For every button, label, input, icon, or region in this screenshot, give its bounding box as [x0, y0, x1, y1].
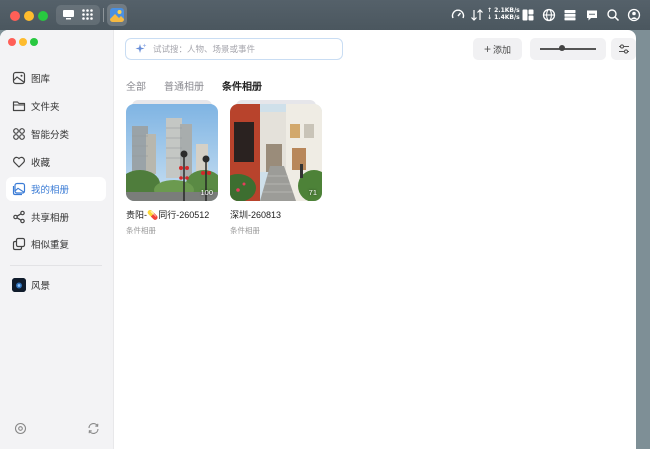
- album-icon: [12, 182, 26, 196]
- window-minimize-button[interactable]: [19, 38, 27, 46]
- network-speed-readout: ↑ 2.1KB/s ↓ 1.4KB/s: [487, 7, 520, 21]
- settings-icon[interactable]: [14, 422, 27, 435]
- ai-sparkle-icon: [135, 43, 147, 55]
- apps-grid-icon[interactable]: [81, 8, 94, 21]
- sidebar-item-label: 相似重复: [31, 240, 70, 251]
- sidebar-item-gallery[interactable]: 图库: [6, 66, 106, 90]
- widgets-icon[interactable]: [521, 8, 535, 22]
- sidebar-divider: [10, 265, 102, 266]
- album-cover[interactable]: 100: [126, 104, 218, 201]
- zoom-slider[interactable]: [530, 38, 606, 60]
- photos-window: 图库 文件夹 智能分类 收藏 我的相册 共享相册 相似重复 风景 试试搜：人物、…: [0, 30, 636, 449]
- os-separator: [103, 8, 104, 22]
- sidebar-item-label: 文件夹: [31, 102, 60, 113]
- folder-icon: [12, 99, 26, 113]
- user-icon[interactable]: [627, 8, 641, 22]
- dashboard-icon[interactable]: [62, 8, 75, 21]
- album-cover-image: [230, 104, 322, 201]
- album-title: 深圳-260813: [230, 210, 282, 220]
- os-maximize-button[interactable]: [38, 11, 48, 21]
- sidebar-item-smart-categories[interactable]: 智能分类: [6, 122, 106, 146]
- zoom-slider-track[interactable]: [540, 48, 596, 50]
- sidebar-item-label: 风景: [31, 281, 51, 292]
- plus-icon: +: [483, 42, 491, 56]
- album-card[interactable]: 71 深圳-260813 条件相册: [230, 100, 322, 236]
- window-maximize-button[interactable]: [30, 38, 38, 46]
- sidebar-item-label: 共享相册: [31, 213, 70, 224]
- sidebar-item-favorites[interactable]: 收藏: [6, 150, 106, 174]
- filter-button[interactable]: [611, 38, 636, 60]
- tab-conditional-albums[interactable]: 条件相册: [222, 78, 262, 93]
- tab-all[interactable]: 全部: [126, 78, 146, 93]
- add-button[interactable]: + 添加: [473, 38, 522, 60]
- speed-gauge-icon[interactable]: [451, 8, 465, 22]
- chat-icon[interactable]: [585, 8, 599, 22]
- sidebar-item-shared-albums[interactable]: 共享相册: [6, 205, 106, 229]
- zoom-slider-handle[interactable]: [559, 45, 566, 51]
- search-icon[interactable]: [606, 8, 620, 22]
- album-photo-count: 100: [200, 188, 213, 197]
- os-app-group: [56, 5, 100, 25]
- sidebar-item-my-albums[interactable]: 我的相册: [6, 177, 106, 201]
- sidebar-item-folder[interactable]: 文件夹: [6, 94, 106, 118]
- sidebar-item-scenery[interactable]: 风景: [6, 273, 106, 297]
- add-button-label: 添加: [493, 44, 512, 55]
- net-download-speed: ↓ 1.4KB/s: [487, 14, 520, 21]
- album-title: 贵阳-💊同行-260512: [126, 210, 210, 220]
- net-upload-speed: ↑ 2.1KB/s: [487, 7, 520, 14]
- album-type: 条件相册: [126, 226, 156, 235]
- gallery-icon: [12, 71, 26, 85]
- heart-icon: [12, 155, 26, 169]
- album-card[interactable]: 100 贵阳-💊同行-260512 条件相册: [126, 100, 218, 236]
- grid-icon: [12, 127, 26, 141]
- sidebar-item-label: 收藏: [31, 158, 51, 169]
- sidebar-item-label: 我的相册: [31, 185, 70, 196]
- network-speed-icon: [470, 8, 484, 22]
- sidebar-item-label: 智能分类: [31, 130, 70, 141]
- album-tabs: 全部 普通相册 条件相册: [126, 78, 280, 93]
- album-cover[interactable]: 71: [230, 104, 322, 201]
- sync-icon[interactable]: [87, 422, 100, 435]
- os-close-button[interactable]: [10, 11, 20, 21]
- scenery-thumbnail: [12, 278, 26, 292]
- album-cover-image: [126, 104, 218, 201]
- search-box[interactable]: [125, 38, 343, 60]
- os-minimize-button[interactable]: [24, 11, 34, 21]
- filter-settings-icon: [618, 43, 630, 55]
- search-input[interactable]: [153, 44, 333, 54]
- sidebar-item-label: 图库: [31, 74, 51, 85]
- photos-app-icon[interactable]: [107, 4, 127, 26]
- sidebar-item-similar-duplicates[interactable]: 相似重复: [6, 232, 106, 256]
- os-top-bar: ↑ 2.1KB/s ↓ 1.4KB/s: [0, 0, 650, 30]
- share-icon: [12, 210, 26, 224]
- server-icon[interactable]: [563, 8, 577, 22]
- album-photo-count: 71: [308, 188, 317, 197]
- window-close-button[interactable]: [8, 38, 16, 46]
- album-type: 条件相册: [230, 226, 260, 235]
- globe-icon[interactable]: [542, 8, 556, 22]
- sidebar: 图库 文件夹 智能分类 收藏 我的相册 共享相册 相似重复 风景: [0, 30, 114, 449]
- duplicate-icon: [12, 237, 26, 251]
- tab-normal-albums[interactable]: 普通相册: [164, 78, 204, 93]
